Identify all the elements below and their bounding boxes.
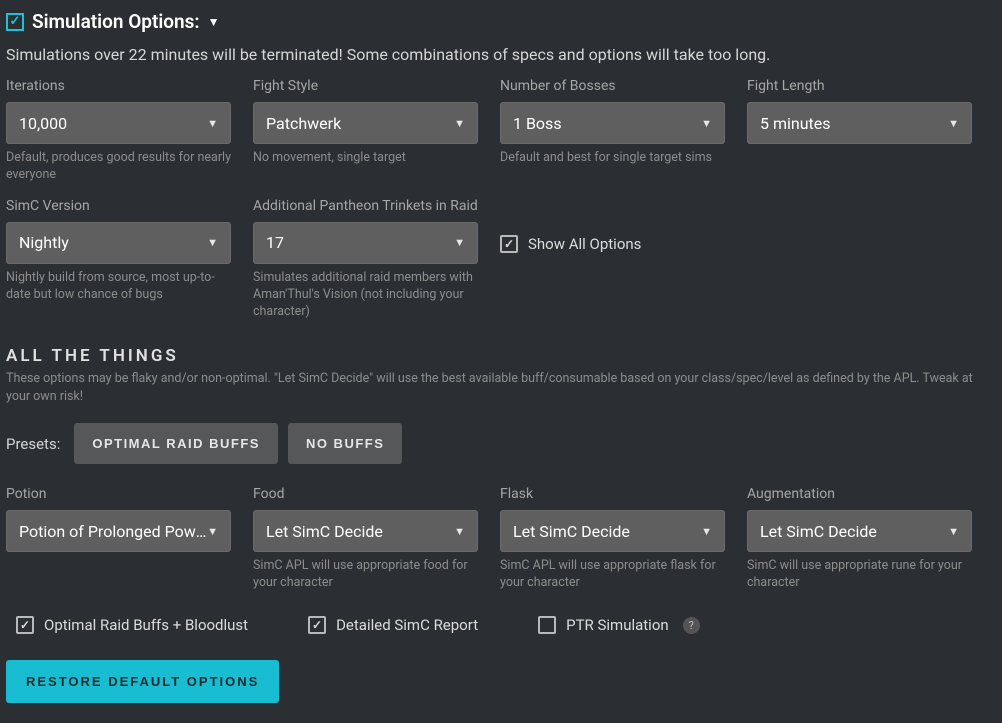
field-simc-version: SimC Version Nightly ▼ Nightly build fro… [6,198,231,321]
select-pantheon[interactable]: 17 ▼ [253,222,478,264]
label-show-all: Show All Options [528,235,641,253]
help-iterations: Default, produces good results for nearl… [6,150,231,184]
chevron-down-icon: ▼ [454,117,465,130]
help-pantheon: Simulates additional raid members with A… [253,270,478,321]
field-num-bosses: Number of Bosses 1 Boss ▼ Default and be… [500,78,725,184]
field-show-all: ✓ Show All Options [500,198,725,321]
checkbox-optimal-buffs[interactable]: ✓ [16,616,34,634]
chevron-down-icon: ▼ [208,15,220,29]
field-iterations: Iterations 10,000 ▼ Default, produces go… [6,78,231,184]
field-food: Food Let SimC Decide ▼ SimC APL will use… [253,486,478,592]
label-potion: Potion [6,486,231,502]
select-value: 5 minutes [760,114,831,133]
select-fight-style[interactable]: Patchwerk ▼ [253,102,478,144]
checkbox-row: ✓ Optimal Raid Buffs + Bloodlust ✓ Detai… [6,616,996,634]
label-optimal-buffs: Optimal Raid Buffs + Bloodlust [44,616,248,634]
label-flask: Flask [500,486,725,502]
select-potion[interactable]: Potion of Prolonged Power ▼ [6,510,231,552]
restore-default-button[interactable]: RESTORE DEFAULT OPTIONS [6,660,279,703]
label-ptr-sim: PTR Simulation [566,616,669,634]
select-fight-length[interactable]: 5 minutes ▼ [747,102,972,144]
chevron-down-icon: ▼ [207,236,218,249]
label-fight-style: Fight Style [253,78,478,94]
select-num-bosses[interactable]: 1 Boss ▼ [500,102,725,144]
select-flask[interactable]: Let SimC Decide ▼ [500,510,725,552]
check-item-ptr-sim: ✓ PTR Simulation ? [538,616,700,634]
field-fight-style: Fight Style Patchwerk ▼ No movement, sin… [253,78,478,184]
field-potion: Potion Potion of Prolonged Power ▼ [6,486,231,592]
chevron-down-icon: ▼ [454,236,465,249]
select-value: Let SimC Decide [266,522,383,541]
chevron-down-icon: ▼ [948,117,959,130]
checkbox-show-all[interactable]: ✓ [500,235,518,253]
select-value: Potion of Prolonged Power [19,522,207,541]
select-value: 17 [266,233,284,252]
presets-label: Presets: [6,435,60,453]
label-simc-version: SimC Version [6,198,231,214]
help-num-bosses: Default and best for single target sims [500,150,725,167]
presets-row: Presets: OPTIMAL RAID BUFFS NO BUFFS [6,423,996,464]
no-buffs-button[interactable]: NO BUFFS [288,423,402,464]
warning-text: Simulations over 22 minutes will be term… [6,45,996,64]
select-iterations[interactable]: 10,000 ▼ [6,102,231,144]
help-food: SimC APL will use appropriate food for y… [253,558,478,592]
help-flask: SimC APL will use appropriate flask for … [500,558,725,592]
chevron-down-icon: ▼ [454,525,465,538]
label-fight-length: Fight Length [747,78,972,94]
select-augmentation[interactable]: Let SimC Decide ▼ [747,510,972,552]
all-things-sub: These options may be flaky and/or non-op… [6,370,996,405]
label-augmentation: Augmentation [747,486,972,502]
help-icon[interactable]: ? [683,617,700,634]
help-simc-version: Nightly build from source, most up-to-da… [6,270,231,304]
options-grid-row2: SimC Version Nightly ▼ Nightly build fro… [6,198,996,321]
select-value: 1 Boss [513,114,562,133]
check-item-optimal-buffs: ✓ Optimal Raid Buffs + Bloodlust [16,616,248,634]
check-icon: ✓ [6,13,24,31]
label-pantheon: Additional Pantheon Trinkets in Raid [253,198,478,214]
select-value: Nightly [19,233,69,252]
section-header[interactable]: ✓ Simulation Options: ▼ [6,10,996,33]
label-detailed-report: Detailed SimC Report [336,616,478,634]
options-grid-row1: Iterations 10,000 ▼ Default, produces go… [6,78,996,184]
field-pantheon: Additional Pantheon Trinkets in Raid 17 … [253,198,478,321]
check-item-detailed-report: ✓ Detailed SimC Report [308,616,478,634]
field-augmentation: Augmentation Let SimC Decide ▼ SimC will… [747,486,972,592]
select-simc-version[interactable]: Nightly ▼ [6,222,231,264]
chevron-down-icon: ▼ [701,525,712,538]
label-num-bosses: Number of Bosses [500,78,725,94]
checkbox-ptr-sim[interactable]: ✓ [538,616,556,634]
chevron-down-icon: ▼ [207,117,218,130]
select-food[interactable]: Let SimC Decide ▼ [253,510,478,552]
checkbox-detailed-report[interactable]: ✓ [308,616,326,634]
select-value: Let SimC Decide [513,522,630,541]
chevron-down-icon: ▼ [207,525,218,538]
select-value: 10,000 [19,114,67,133]
help-augmentation: SimC will use appropriate rune for your … [747,558,972,592]
chevron-down-icon: ▼ [701,117,712,130]
section-title: Simulation Options: [32,10,200,33]
optimal-raid-buffs-button[interactable]: OPTIMAL RAID BUFFS [74,423,278,464]
consumables-grid: Potion Potion of Prolonged Power ▼ Food … [6,486,996,592]
select-value: Patchwerk [266,114,341,133]
chevron-down-icon: ▼ [948,525,959,538]
field-flask: Flask Let SimC Decide ▼ SimC APL will us… [500,486,725,592]
select-value: Let SimC Decide [760,522,877,541]
label-food: Food [253,486,478,502]
all-things-heading: ALL THE THINGS [6,346,996,366]
label-iterations: Iterations [6,78,231,94]
field-fight-length: Fight Length 5 minutes ▼ [747,78,972,184]
help-fight-style: No movement, single target [253,150,478,167]
